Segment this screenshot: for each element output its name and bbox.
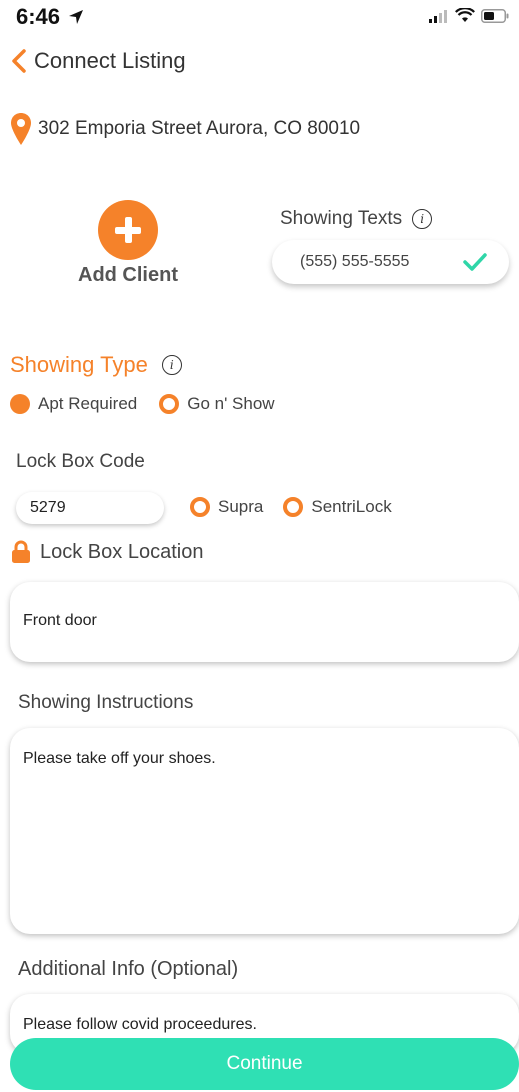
page-title: Connect Listing <box>34 48 186 73</box>
location-arrow-icon <box>69 10 84 24</box>
radio-apt-required[interactable]: Apt Required <box>10 394 137 414</box>
signal-icon <box>429 9 447 23</box>
phone-number-field[interactable]: (555) 555-5555 <box>272 240 509 284</box>
listing-address: 302 Emporia Street Aurora, CO 80010 <box>38 118 361 139</box>
showing-instructions-input[interactable]: Please take off your shoes. <box>10 728 519 934</box>
add-client-label: Add Client <box>78 264 178 286</box>
showing-type-header: Showing Type i <box>10 352 182 378</box>
phone-number: (555) 555-5555 <box>300 253 410 270</box>
lock-icon <box>12 540 30 563</box>
radio-label: Go n' Show <box>187 394 275 413</box>
add-client-button[interactable]: Add Client <box>68 200 188 287</box>
lock-box-brand-options: Supra SentriLock <box>190 497 392 517</box>
lock-box-location-label: Lock Box Location <box>10 540 203 564</box>
showing-type-options: Apt Required Go n' Show <box>10 394 275 414</box>
status-icons <box>429 8 509 23</box>
radio-supra[interactable]: Supra <box>190 497 263 517</box>
checkmark-icon <box>463 253 487 271</box>
radio-sentrilock[interactable]: SentriLock <box>283 497 392 517</box>
radio-label: Apt Required <box>38 394 138 413</box>
wifi-icon <box>455 8 475 22</box>
showing-texts-label: Showing Texts i <box>280 208 433 230</box>
status-time: 6:46 <box>16 4 84 30</box>
map-pin-icon <box>11 113 31 145</box>
back-button[interactable]: Connect Listing <box>8 48 186 74</box>
radio-label: Supra <box>218 497 264 516</box>
additional-info-label: Additional Info (Optional) <box>18 958 239 980</box>
lock-box-code-label: Lock Box Code <box>16 451 145 472</box>
radio-go-n-show[interactable]: Go n' Show <box>159 394 275 414</box>
lock-box-location-value: Front door <box>23 612 97 629</box>
address-row: 302 Emporia Street Aurora, CO 80010 <box>10 112 360 146</box>
lock-box-location-input[interactable]: Front door <box>10 582 519 662</box>
radio-unselected-icon <box>283 497 304 517</box>
radio-label: SentriLock <box>311 497 392 516</box>
lock-box-code-input[interactable] <box>16 492 164 524</box>
radio-unselected-icon <box>190 497 210 517</box>
plus-icon <box>98 200 158 260</box>
showing-instructions-label: Showing Instructions <box>18 692 194 713</box>
additional-info-value: Please follow covid proceedures. <box>23 1016 257 1033</box>
info-icon[interactable]: i <box>161 355 182 375</box>
chevron-left-icon <box>12 49 26 73</box>
battery-icon <box>481 8 509 23</box>
continue-button[interactable]: Continue <box>10 1038 519 1090</box>
showing-instructions-value: Please take off your shoes. <box>23 750 216 767</box>
showing-texts-text: Showing Texts <box>280 208 403 229</box>
radio-unselected-icon <box>159 394 180 414</box>
showing-type-title: Showing Type <box>10 352 148 377</box>
radio-selected-icon <box>10 394 30 414</box>
lock-box-location-text: Lock Box Location <box>40 540 204 563</box>
info-icon[interactable]: i <box>412 209 433 229</box>
